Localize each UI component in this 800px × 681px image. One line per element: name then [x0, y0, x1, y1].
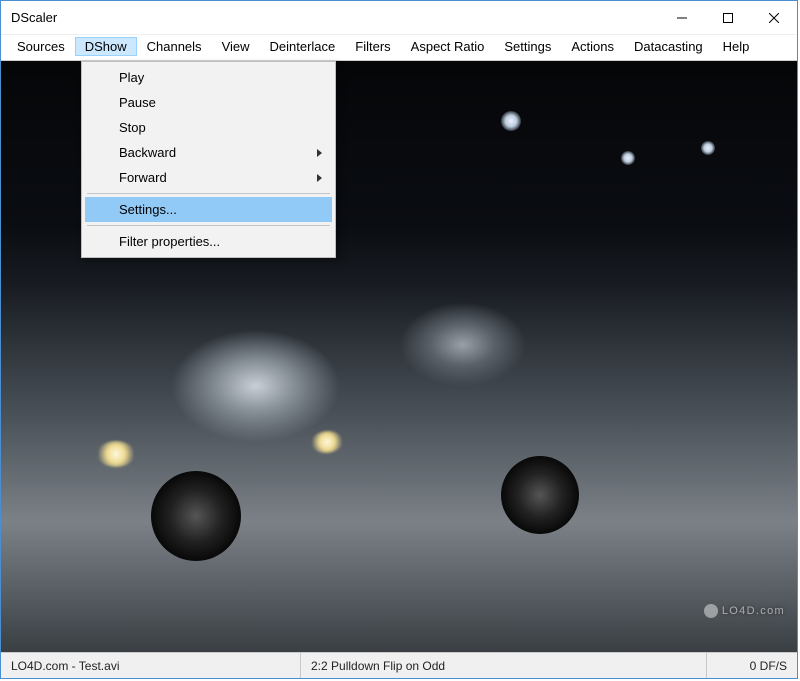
window-title: DScaler	[11, 10, 57, 25]
window-controls	[659, 1, 797, 34]
menu-deinterlace[interactable]: Deinterlace	[260, 37, 346, 56]
menu-view[interactable]: View	[212, 37, 260, 56]
watermark: LO4D.com	[704, 604, 785, 618]
dd-stop[interactable]: Stop	[85, 115, 332, 140]
menu-aspect-ratio[interactable]: Aspect Ratio	[401, 37, 495, 56]
close-button[interactable]	[751, 1, 797, 34]
dropdown-separator	[87, 193, 330, 194]
maximize-button[interactable]	[705, 1, 751, 34]
menu-dshow[interactable]: DShow	[75, 37, 137, 56]
watermark-dot-icon	[704, 604, 718, 618]
menu-sources[interactable]: Sources	[7, 37, 75, 56]
status-mode: 2:2 Pulldown Flip on Odd	[301, 653, 707, 678]
dd-pause[interactable]: Pause	[85, 90, 332, 115]
dd-backward-label: Backward	[119, 145, 176, 160]
car-wheel	[151, 471, 241, 561]
menu-datacasting[interactable]: Datacasting	[624, 37, 713, 56]
status-file: LO4D.com - Test.avi	[1, 653, 301, 678]
dd-settings[interactable]: Settings...	[85, 197, 332, 222]
status-fps: 0 DF/S	[707, 653, 797, 678]
headlight-icon	[310, 430, 344, 455]
dd-backward[interactable]: Backward	[85, 140, 332, 165]
chevron-right-icon	[317, 174, 322, 182]
dd-forward[interactable]: Forward	[85, 165, 332, 190]
statusbar: LO4D.com - Test.avi 2:2 Pulldown Flip on…	[1, 652, 797, 678]
dropdown-separator	[87, 225, 330, 226]
menu-settings[interactable]: Settings	[494, 37, 561, 56]
menubar: Sources DShow Channels View Deinterlace …	[1, 35, 797, 61]
minimize-button[interactable]	[659, 1, 705, 34]
chevron-right-icon	[317, 149, 322, 157]
dd-forward-label: Forward	[119, 170, 167, 185]
menu-filters[interactable]: Filters	[345, 37, 400, 56]
watermark-text: LO4D.com	[722, 605, 785, 617]
menu-help[interactable]: Help	[713, 37, 760, 56]
streetlight-icon	[501, 111, 521, 131]
dd-filter-properties[interactable]: Filter properties...	[85, 229, 332, 254]
menu-channels[interactable]: Channels	[137, 37, 212, 56]
app-window: DScaler Sources DShow Channels View Dein…	[0, 0, 798, 679]
streetlight-icon	[621, 151, 635, 165]
dd-play[interactable]: Play	[85, 65, 332, 90]
dshow-dropdown: Play Pause Stop Backward Forward Setting…	[81, 61, 336, 258]
streetlight-icon	[701, 141, 715, 155]
headlight-icon	[97, 441, 135, 467]
menu-actions[interactable]: Actions	[561, 37, 624, 56]
titlebar: DScaler	[1, 1, 797, 35]
car-wheel	[501, 456, 579, 534]
